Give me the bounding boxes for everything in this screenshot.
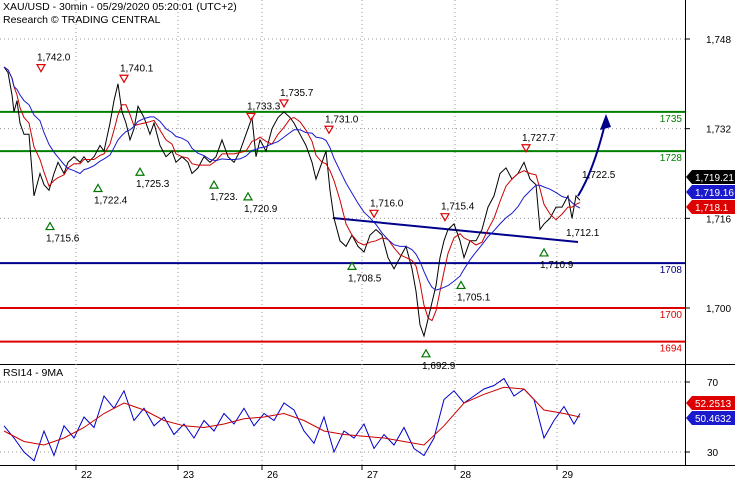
y-tick-label: 1,748 (706, 35, 731, 46)
price-tag-label: 1,718.1 (695, 203, 729, 214)
x-tick-label: 23 (183, 470, 195, 480)
pivot-high-marker (278, 99, 290, 109)
pivot-low-marker (455, 280, 467, 290)
level-label-1735: 1735 (660, 114, 683, 125)
pivot-low-label: 1,715.6 (46, 234, 80, 245)
level-label-1708: 1708 (660, 265, 683, 276)
x-tick-label: 29 (562, 470, 574, 480)
pivot-high-marker (245, 112, 257, 122)
price-line (3, 66, 581, 338)
pivot-low-marker (92, 183, 104, 193)
pivot-low-marker (420, 348, 432, 358)
pivot-low-label: 1,708.5 (348, 273, 382, 284)
pivot-high-marker (118, 74, 130, 84)
rsi-panel-title: RSI14 - 9MA (3, 367, 64, 379)
price-tag-label: 1,719.21 (695, 173, 734, 184)
rsi-ma-line (3, 386, 581, 446)
level-annotation: 1,722.5 (582, 170, 616, 181)
pivot-low-marker (208, 179, 220, 189)
pivot-low-label: 1,720.9 (244, 204, 278, 215)
pivot-high-label: 1,731.0 (325, 114, 359, 125)
ma-slow-line (3, 66, 581, 291)
y-tick-label: 1,716 (706, 214, 731, 225)
chart-canvas: 1735 1728 1708 1700 1694 1,742.0 1,740.1 1,735… (0, 0, 735, 480)
forecast-arrowhead (600, 114, 611, 130)
pivot-low-label: 1,722.4 (94, 195, 128, 206)
rsi-tag-label: 52.2513 (695, 399, 732, 410)
level-label-1728: 1728 (660, 153, 683, 164)
level-annotation: 1,712.1 (566, 228, 600, 239)
pivot-high-label: 1,727.7 (522, 133, 556, 144)
pivot-low-marker (538, 247, 550, 257)
pivot-low-label: 1,723. (210, 192, 238, 203)
x-tick-label: 27 (367, 470, 379, 480)
level-label-1694: 1694 (660, 344, 683, 355)
pivot-high-label: 1,735.7 (280, 88, 314, 99)
rsi-y-tick-label: 70 (707, 378, 719, 389)
price-tag-label: 1,719.16 (695, 188, 734, 199)
pivot-high-label: 1,740.1 (120, 63, 154, 74)
pivot-low-label: 1,705.1 (457, 292, 491, 303)
level-label-1700: 1700 (660, 310, 683, 321)
pivot-low-marker (44, 221, 56, 231)
rsi-y-tick-label: 30 (707, 448, 719, 459)
pivot-low-label: 1,692.9 (422, 361, 456, 372)
pivot-high-marker (439, 213, 451, 222)
y-tick-label: 1,732 (706, 125, 731, 136)
pivot-high-marker (323, 125, 335, 135)
pivot-high-label: 1,742.0 (37, 53, 71, 64)
pivot-low-marker (242, 191, 254, 201)
y-tick-label: 1,700 (706, 304, 731, 315)
trendline (332, 217, 579, 243)
ma-fast-line (3, 66, 581, 322)
pivot-low-marker (134, 167, 146, 176)
chart-title: XAU/USD - 30min - 05/29/2020 05:20:01 (U… (3, 1, 237, 13)
pivot-high-marker (368, 209, 380, 219)
chart-source: Research © TRADING CENTRAL (3, 14, 161, 26)
x-tick-label: 28 (460, 470, 472, 480)
x-tick-label: 26 (267, 470, 279, 480)
pivot-high-marker (35, 64, 47, 73)
pivot-low-label: 1,725.3 (136, 179, 170, 190)
pivot-low-label: 1,710.9 (540, 260, 574, 271)
forecast-arrow (577, 119, 607, 197)
x-tick-label: 22 (81, 470, 93, 480)
pivot-high-label: 1,733.3 (247, 101, 281, 112)
pivot-high-label: 1,716.0 (370, 198, 404, 209)
pivot-high-label: 1,715.4 (441, 202, 475, 213)
rsi-tag-label: 50.4632 (695, 414, 732, 425)
